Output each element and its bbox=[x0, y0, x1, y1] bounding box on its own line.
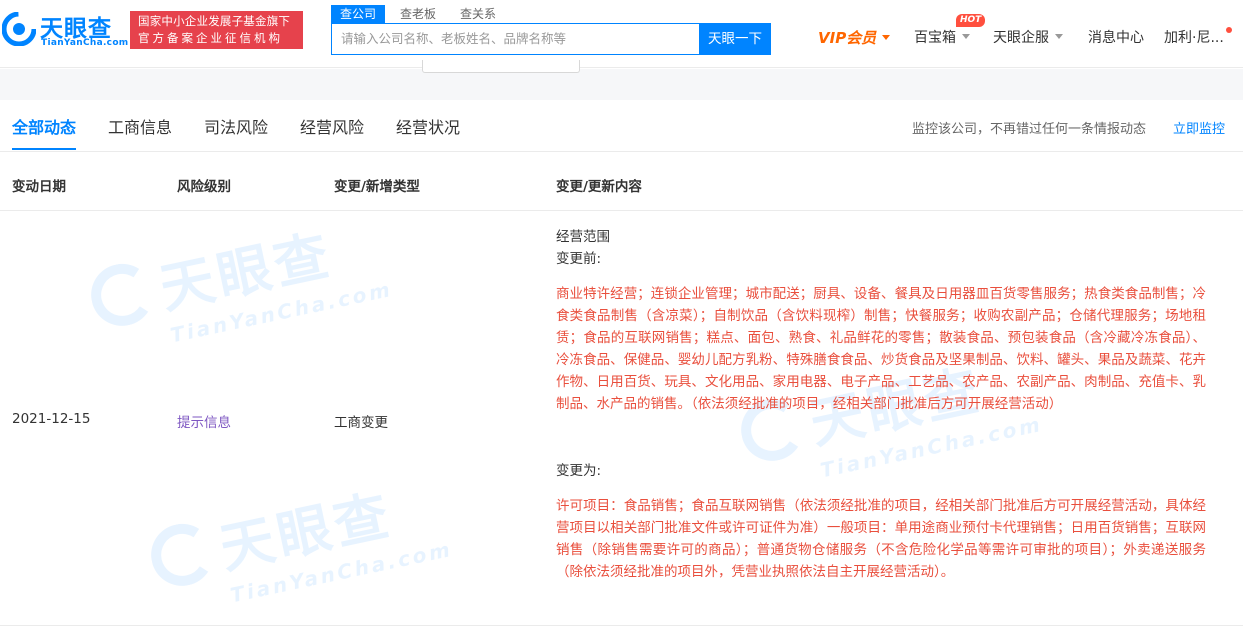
badge-line-1: 国家中小企业发展子基金旗下 bbox=[138, 14, 291, 28]
qifu-label: 天眼企服 bbox=[993, 30, 1049, 46]
chevron-down-icon bbox=[882, 35, 891, 40]
search-button[interactable]: 天眼一下 bbox=[699, 23, 771, 55]
change-date: 2021-12-15 bbox=[12, 411, 91, 427]
watermark-text: 天眼查 bbox=[154, 223, 338, 322]
baibaoxiang-label: 百宝箱 bbox=[914, 30, 956, 46]
tab-operation-risk[interactable]: 经营风险 bbox=[300, 114, 364, 138]
dynamic-tabs: 全部动态 工商信息 司法风险 经营风险 经营状况 监控该公司，不再错过任何一条情… bbox=[0, 100, 1243, 152]
dropdown-remnant bbox=[422, 60, 580, 73]
official-badge: 国家中小企业发展子基金旗下 官方备案企业征信机构 bbox=[130, 11, 303, 49]
chevron-down-icon bbox=[962, 34, 970, 39]
after-text: 许可项目：食品销售；食品互联网销售（依法须经批准的项目，经相关部门批准后方可开展… bbox=[556, 498, 1206, 580]
tianyancha-logo[interactable]: 天眼查 TianYanCha.com bbox=[0, 6, 128, 52]
logo-eye-icon bbox=[2, 12, 36, 46]
before-label: 变更前: bbox=[556, 251, 602, 267]
monitor-now-link[interactable]: 立即监控 bbox=[1173, 118, 1225, 137]
after-label: 变更为: bbox=[556, 463, 602, 479]
watermark: 天眼查 TianYanCha.com bbox=[145, 460, 455, 608]
logo-domain: TianYanCha.com bbox=[41, 38, 129, 48]
col-header-date: 变动日期 bbox=[12, 179, 66, 195]
col-header-risk: 风险级别 bbox=[177, 179, 231, 195]
change-content: 经营范围 变更前: 商业特许经营；连锁企业管理；城市配送；厨具、设备、餐具及日用… bbox=[556, 226, 1206, 583]
table-row: 天眼查 TianYanCha.com 天眼查 TianYanCha.com 天眼… bbox=[0, 212, 1243, 626]
watermark-logo-icon bbox=[145, 518, 219, 592]
notification-dot bbox=[1226, 27, 1232, 33]
table-header: 变动日期 风险级别 变更/新增类型 变更/更新内容 bbox=[0, 153, 1243, 211]
message-center-link[interactable]: 消息中心 bbox=[1088, 28, 1144, 48]
tab-operation-status[interactable]: 经营状况 bbox=[396, 114, 460, 138]
watermark-text: 天眼查 bbox=[214, 483, 398, 582]
change-type: 工商变更 bbox=[334, 415, 388, 431]
search-tab-boss[interactable]: 查老板 bbox=[391, 5, 445, 23]
col-header-content: 变更/更新内容 bbox=[556, 179, 642, 195]
search-area: 查公司 查老板 查关系 请输入公司名称、老板姓名、品牌名称等 天眼一下 bbox=[331, 5, 771, 55]
search-tab-relation[interactable]: 查关系 bbox=[451, 5, 505, 23]
monitor-hint: 监控该公司，不再错过任何一条情报动态 bbox=[912, 122, 1147, 137]
active-tab-indicator bbox=[12, 148, 76, 150]
search-input[interactable]: 请输入公司名称、老板姓名、品牌名称等 bbox=[331, 23, 700, 55]
badge-line-2: 官方备案企业征信机构 bbox=[138, 31, 283, 45]
user-menu[interactable]: 加利·尼... bbox=[1164, 28, 1224, 48]
chevron-down-icon bbox=[1055, 34, 1063, 39]
vip-menu[interactable]: VIP会员 bbox=[818, 28, 891, 48]
watermark: 天眼查 TianYanCha.com bbox=[85, 200, 395, 348]
tab-business-info[interactable]: 工商信息 bbox=[108, 114, 172, 138]
vip-label: VIP会员 bbox=[818, 29, 877, 47]
watermark-logo-icon bbox=[85, 258, 159, 332]
hot-badge: HOT bbox=[956, 14, 986, 27]
watermark-domain: TianYanCha.com bbox=[228, 536, 455, 608]
baibaoxiang-menu[interactable]: 百宝箱 bbox=[914, 28, 970, 48]
search-tab-company[interactable]: 查公司 bbox=[331, 5, 386, 23]
top-header: 天眼查 TianYanCha.com 国家中小企业发展子基金旗下 官方备案企业征… bbox=[0, 0, 1243, 68]
watermark-domain: TianYanCha.com bbox=[168, 276, 395, 348]
section-gap bbox=[0, 69, 1243, 100]
tab-all-dynamics[interactable]: 全部动态 bbox=[12, 114, 76, 138]
risk-level[interactable]: 提示信息 bbox=[177, 411, 231, 431]
tab-judicial-risk[interactable]: 司法风险 bbox=[204, 114, 268, 138]
changed-field: 经营范围 bbox=[556, 229, 610, 245]
qifu-menu[interactable]: 天眼企服 bbox=[993, 28, 1063, 48]
before-text: 商业特许经营；连锁企业管理；城市配送；厨具、设备、餐具及日用器皿百货零售服务；热… bbox=[556, 286, 1206, 412]
search-type-tabs: 查公司 查老板 查关系 bbox=[331, 5, 511, 23]
col-header-type: 变更/新增类型 bbox=[334, 179, 420, 195]
